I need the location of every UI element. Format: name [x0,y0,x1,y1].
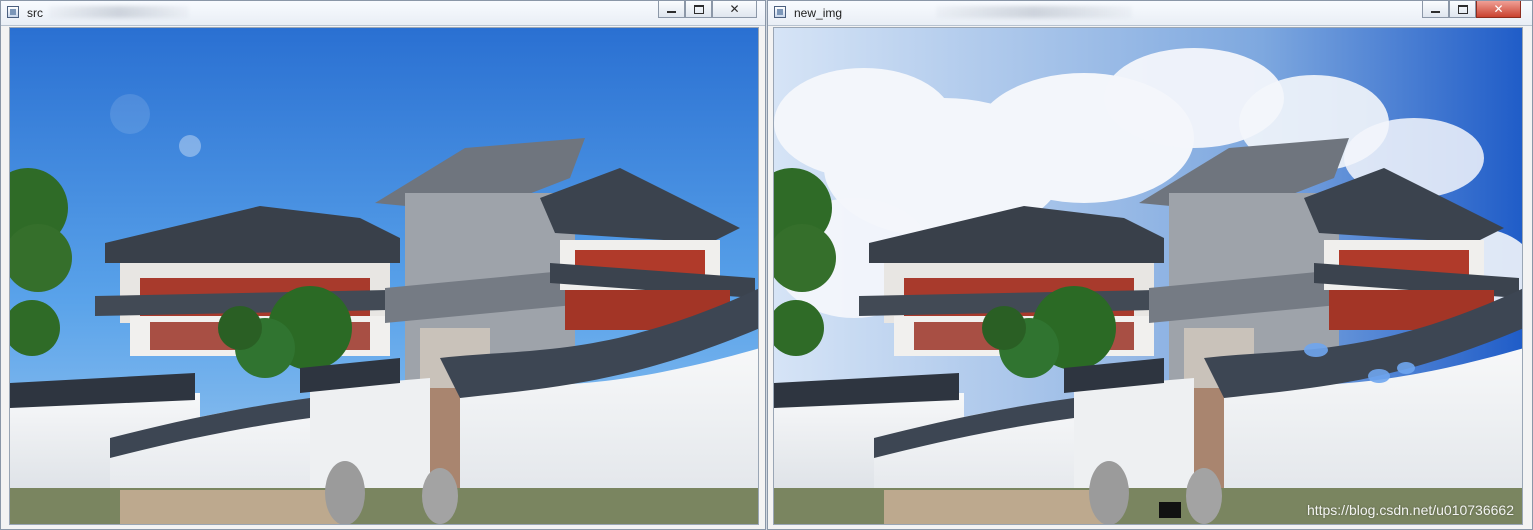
blurred-title-region [936,6,1132,18]
image-canvas-new-img: https://blog.csdn.net/u010736662 [773,27,1523,525]
image-canvas-src [9,27,759,525]
watermark-url: https://blog.csdn.net/u010736662 [1306,502,1514,518]
titlebar-new-img[interactable]: new_img ✕ [768,1,1532,26]
close-button[interactable]: ✕ [1476,1,1521,18]
titlebar-src[interactable]: src ✕ [1,1,765,26]
app-icon [7,6,19,18]
app-icon [774,6,786,18]
maximize-icon [1457,4,1468,14]
stone-base [120,490,350,524]
window-controls: ✕ [658,1,757,19]
window-title: new_img [794,6,843,20]
minimize-button[interactable] [1422,1,1449,18]
blurred-title-region [49,6,189,18]
stone-base [884,490,1114,524]
lens-flare [179,135,201,157]
maximize-button[interactable] [685,1,712,18]
lens-flare [110,94,150,134]
minimize-icon [1431,11,1440,13]
minimize-button[interactable] [658,1,685,18]
close-icon: ✕ [729,2,740,16]
maximize-button[interactable] [1449,1,1476,18]
minimize-icon [667,11,676,13]
temple-photo-src [10,28,758,524]
maximize-icon [693,4,704,14]
temple-photo-new-img [774,28,1522,524]
close-button[interactable]: ✕ [712,1,757,18]
window-controls: ✕ [1422,1,1521,19]
window-src[interactable]: src ✕ [0,0,766,530]
window-new-img[interactable]: new_img ✕ https://blog.csdn.net/u0107366… [767,0,1533,530]
window-title: src [27,6,43,20]
dark-artifact [1159,502,1181,518]
close-icon: ✕ [1493,2,1504,16]
desktop: src ✕ new_img ✕ https://blog.csdn.net/u0… [0,0,1533,530]
